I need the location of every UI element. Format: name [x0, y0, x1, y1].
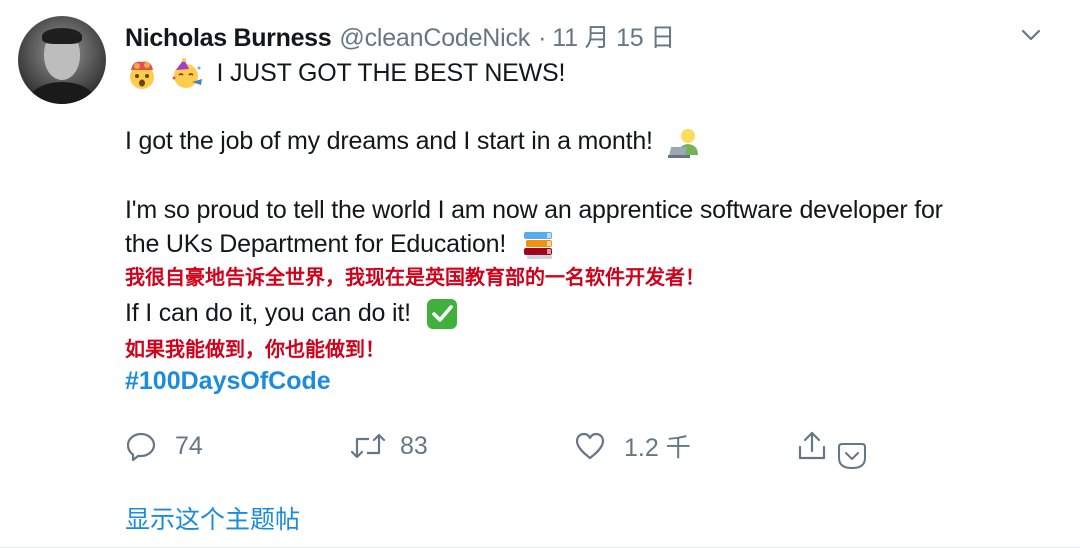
like-button[interactable]: 1.2 千	[574, 426, 691, 466]
exploding-head-emoji-icon	[130, 62, 154, 90]
share-icon	[798, 431, 826, 460]
avatar-body	[28, 82, 96, 104]
retweet-count: 83	[400, 431, 428, 460]
tweet-line-4: the UKs Department for Education!	[125, 227, 555, 261]
hashtag-link[interactable]: #100DaysOfCode	[125, 364, 331, 398]
share-button[interactable]	[796, 426, 828, 466]
reply-button[interactable]: 74	[125, 426, 203, 466]
tweet-text-3: I'm so proud to tell the world I am now …	[125, 196, 943, 224]
tweet-text-2: I got the job of my dreams and I start i…	[125, 127, 653, 155]
reply-count: 74	[175, 431, 203, 460]
avatar[interactable]	[18, 16, 106, 104]
like-count: 1.2 千	[624, 434, 691, 462]
tweet-line-5: If I can do it, you can do it!	[125, 296, 458, 330]
heart-icon	[575, 432, 605, 460]
author-name[interactable]: Nicholas Burness	[125, 24, 332, 53]
tweet-line-1: I JUST GOT THE BEST NEWS!	[125, 56, 565, 90]
translation-line-1: 我很自豪地告诉全世界，我现在是英国教育部的一名软件开发者！	[125, 265, 705, 289]
tweet-card[interactable]: Nicholas Burness @cleanCodeNick · 11 月 1…	[0, 0, 1080, 548]
check-mark-button-emoji-icon	[426, 299, 457, 330]
reply-icon	[126, 432, 156, 462]
tweet-line-2: I got the job of my dreams and I start i…	[125, 124, 702, 159]
chevron-down-circle-icon	[838, 443, 866, 470]
retweet-icon	[350, 433, 386, 459]
technologist-emoji-icon	[667, 129, 698, 159]
author-handle[interactable]: @cleanCodeNick	[339, 24, 530, 53]
tweet-text-5: If I can do it, you can do it!	[125, 299, 411, 327]
retweet-button[interactable]: 83	[350, 426, 428, 466]
avatar-hair	[42, 28, 82, 44]
show-thread-link[interactable]: 显示这个主题帖	[125, 503, 300, 537]
translation-line-2: 如果我能做到，你也能做到！	[125, 337, 385, 361]
header-separator: ·	[538, 24, 547, 52]
books-emoji-icon	[523, 232, 552, 260]
tweet-date[interactable]: 11 月 15 日	[552, 18, 675, 54]
tweet-line-3: I'm so proud to tell the world I am now …	[125, 193, 943, 227]
tweet-header: Nicholas Burness @cleanCodeNick · 11 月 1…	[125, 18, 675, 52]
tweet-text-4: the UKs Department for Education!	[125, 230, 507, 258]
tweet-text-1: I JUST GOT THE BEST NEWS!	[216, 59, 566, 87]
chevron-down-icon[interactable]	[1018, 22, 1044, 48]
party-face-emoji-icon	[172, 58, 202, 89]
more-options-button[interactable]	[836, 436, 868, 476]
